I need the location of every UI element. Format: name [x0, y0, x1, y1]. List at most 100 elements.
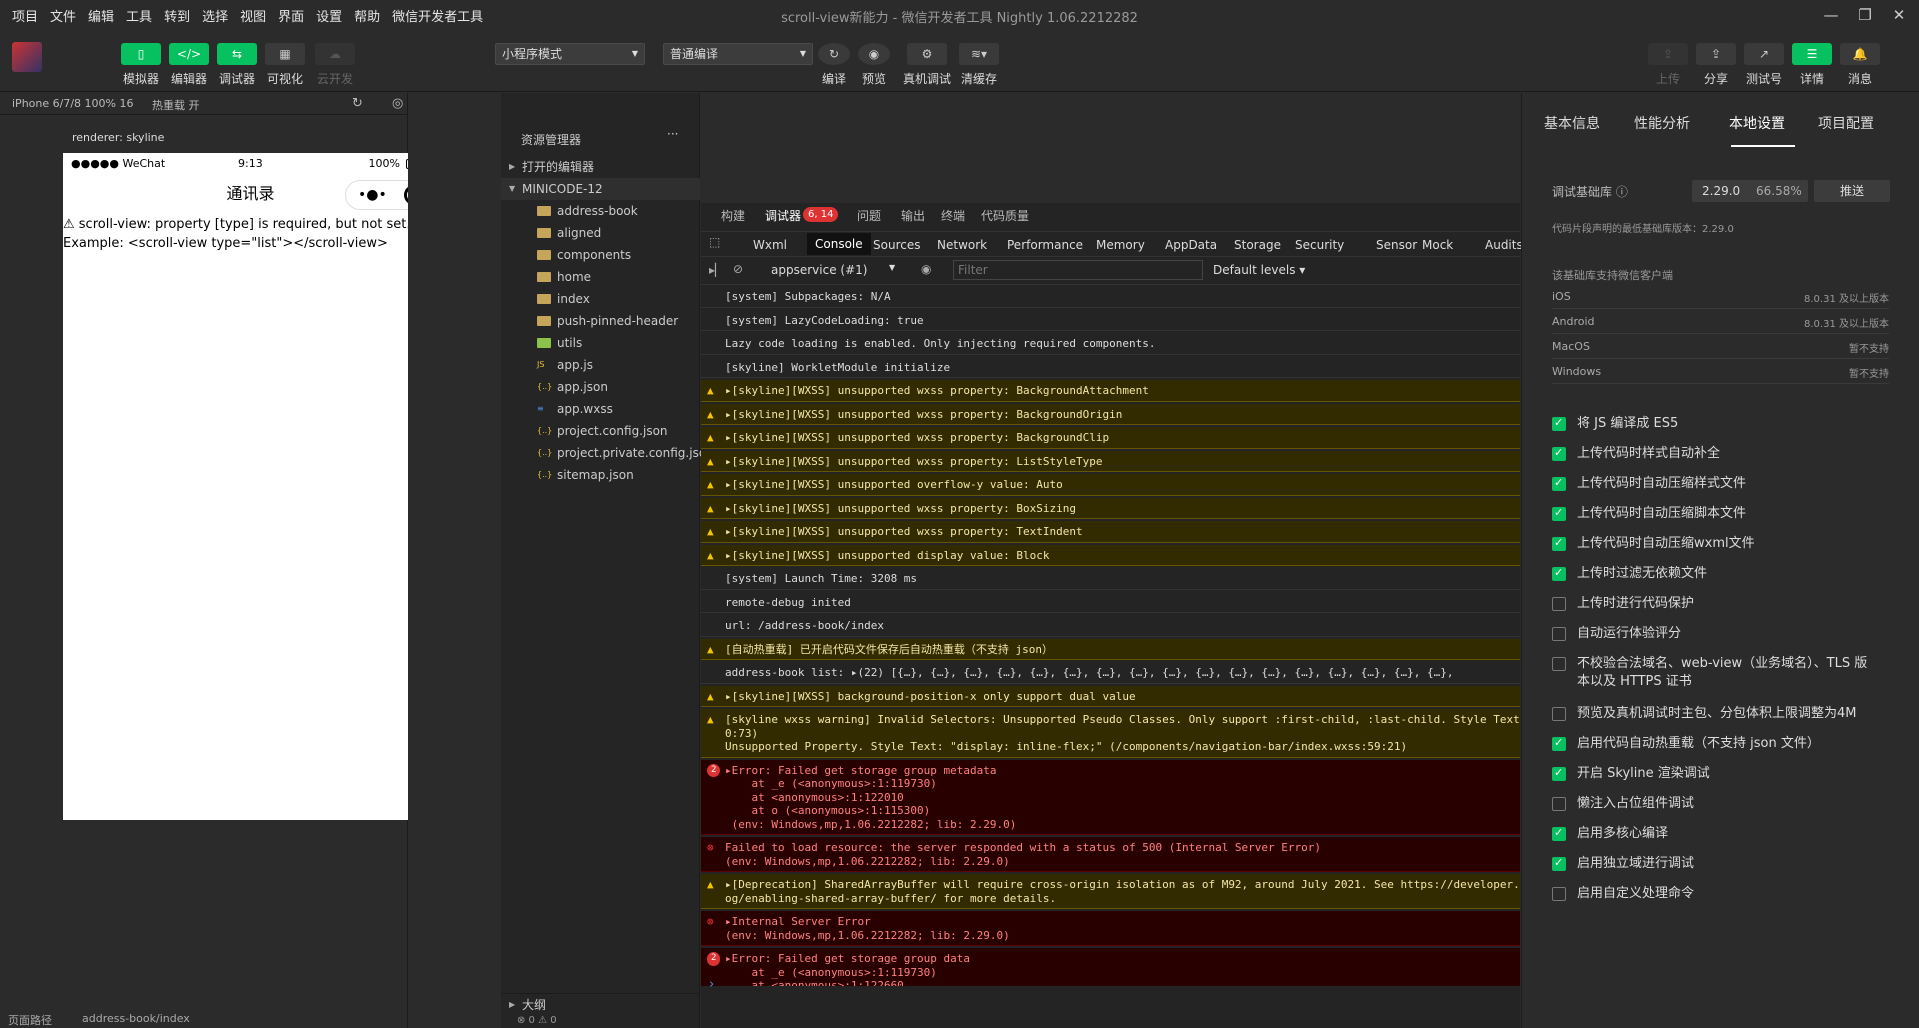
compile-select[interactable]: 普通编译 ▼	[663, 43, 813, 65]
panel-tab-audits[interactable]: Audits	[1485, 238, 1523, 252]
checkbox-checked[interactable]	[1552, 826, 1566, 841]
tab-item[interactable]: 问题	[857, 207, 881, 224]
menu-item[interactable]: 微信开发者工具	[386, 6, 489, 25]
checkbox-unchecked[interactable]	[1552, 627, 1566, 641]
page-path[interactable]: address-book/index	[82, 1012, 190, 1025]
checkbox-unchecked[interactable]	[1552, 887, 1566, 901]
tree-folder[interactable]: index	[501, 288, 700, 310]
console-prompt[interactable]: ›	[709, 977, 714, 992]
panel-tab-performance[interactable]: Performance	[1007, 238, 1083, 252]
filter-input[interactable]	[953, 260, 1203, 280]
panel-tab-mock[interactable]: Mock	[1422, 238, 1453, 252]
compile-button[interactable]: ↻	[818, 43, 850, 65]
checkbox-unchecked[interactable]	[1552, 707, 1566, 721]
tree-folder[interactable]: push-pinned-header	[501, 310, 700, 332]
tab-item[interactable]: 代码质量	[981, 207, 1029, 224]
settings-tab[interactable]: 基本信息	[1544, 113, 1600, 133]
open-editors[interactable]: ▶ 打开的编辑器	[501, 156, 700, 178]
tree-folder[interactable]: components	[501, 244, 700, 266]
checkbox-checked[interactable]	[1552, 736, 1566, 751]
maximize-button[interactable]: ❐	[1852, 4, 1878, 26]
panel-tab-sensor[interactable]: Sensor	[1376, 238, 1417, 252]
settings-tab[interactable]: 项目配置	[1818, 113, 1874, 133]
menu-item[interactable]: 界面	[272, 6, 310, 25]
checkbox-checked[interactable]	[1552, 416, 1566, 431]
push-button[interactable]: 推送	[1814, 180, 1890, 202]
checkbox-checked[interactable]	[1552, 766, 1566, 781]
menu-item[interactable]: 视图	[234, 6, 272, 25]
checkbox-checked[interactable]	[1552, 446, 1566, 461]
preview-button[interactable]: ◉	[858, 43, 890, 65]
hot-reload-toggle[interactable]: 热重载 开	[152, 97, 200, 113]
checkbox-checked[interactable]	[1552, 566, 1566, 581]
tree-folder[interactable]: address-book	[501, 200, 700, 222]
more-icon[interactable]: ···	[667, 127, 678, 141]
device-select[interactable]: iPhone 6/7/8 100% 16	[12, 97, 133, 110]
close-button[interactable]: ✕	[1886, 4, 1912, 26]
menu-item[interactable]: 转到	[158, 6, 196, 25]
panel-tab-security[interactable]: Security	[1295, 238, 1344, 252]
tree-file[interactable]: ≡ app.wxss	[501, 398, 700, 420]
eye-icon[interactable]: ◉	[921, 262, 931, 276]
tree-file[interactable]: {..} app.json	[501, 376, 700, 398]
settings-tab[interactable]: 本地设置	[1729, 113, 1785, 133]
tree-folder[interactable]: home	[501, 266, 700, 288]
tab-item[interactable]: 终端	[941, 207, 965, 224]
menu-item[interactable]: 工具	[120, 6, 158, 25]
message-button[interactable]: 🔔	[1840, 43, 1880, 65]
inspect-icon[interactable]: ⬚	[709, 235, 720, 249]
checkbox-unchecked[interactable]	[1552, 597, 1566, 611]
tab-item[interactable]: 构建	[721, 207, 745, 224]
panel-tab-storage[interactable]: Storage	[1234, 238, 1281, 252]
clear-cache-button[interactable]: ≋▾	[959, 43, 999, 65]
menu-item[interactable]: 文件	[44, 6, 82, 25]
menu-item[interactable]: 编辑	[82, 6, 120, 25]
checkbox-checked[interactable]	[1552, 536, 1566, 551]
debugger-button[interactable]: ⇆	[217, 43, 257, 65]
share-button[interactable]: ⇪	[1696, 43, 1736, 65]
checkbox-checked[interactable]	[1552, 856, 1566, 871]
detail-button[interactable]: ☰	[1792, 43, 1832, 65]
mode-select[interactable]: 小程序模式 ▼	[495, 43, 645, 65]
project-root[interactable]: ▼ MINICODE-12	[501, 178, 700, 200]
menu-item[interactable]: 设置	[310, 6, 348, 25]
settings-tab[interactable]: 性能分析	[1634, 113, 1690, 133]
menu-item[interactable]: 选择	[196, 6, 234, 25]
checkbox-checked[interactable]	[1552, 476, 1566, 491]
test-button[interactable]: ↗	[1744, 43, 1784, 65]
panel-tab-memory[interactable]: Memory	[1096, 238, 1145, 252]
checkbox-unchecked[interactable]	[1552, 797, 1566, 811]
tree-file[interactable]: {..} project.private.config.json	[501, 442, 714, 464]
tab-item[interactable]: 输出	[901, 207, 925, 224]
panel-tab-appdata[interactable]: AppData	[1165, 238, 1217, 252]
help-icon[interactable]: ⓘ	[1616, 185, 1628, 199]
checkbox-checked[interactable]	[1552, 506, 1566, 521]
checkbox-unchecked[interactable]	[1552, 657, 1566, 671]
clear-console-icon[interactable]: ⊘	[733, 262, 743, 276]
panel-tab-console[interactable]: Console	[807, 233, 871, 255]
tree-file[interactable]: {..} sitemap.json	[501, 464, 700, 486]
avatar[interactable]	[12, 42, 42, 72]
lib-version-select[interactable]: 2.29.0 66.58%	[1692, 180, 1808, 202]
real-debug-button[interactable]: ⚙	[907, 43, 947, 65]
tab-debugger[interactable]: 调试器	[765, 207, 801, 224]
panel-tab-network[interactable]: Network	[937, 238, 987, 252]
tree-folder[interactable]: aligned	[501, 222, 700, 244]
panel-tab-wxml[interactable]: Wxml	[753, 238, 787, 252]
levels-select[interactable]: Default levels ▾	[1213, 263, 1305, 277]
simulator-button[interactable]: ▯	[121, 43, 161, 65]
panel-tab-sources[interactable]: Sources	[873, 238, 920, 252]
tree-file[interactable]: JS app.js	[501, 354, 700, 376]
record-icon[interactable]: ◎	[392, 96, 403, 111]
more-icon[interactable]: •●•	[358, 174, 387, 216]
upload-button[interactable]: ⇪	[1648, 43, 1688, 65]
visual-button[interactable]: ▦	[265, 43, 305, 65]
minimize-button[interactable]: —	[1818, 4, 1844, 26]
context-select[interactable]: appservice (#1) ▼	[771, 263, 901, 277]
cloud-button[interactable]: ☁	[315, 43, 355, 65]
outline[interactable]: ▶ 大纲	[501, 993, 700, 1015]
refresh-icon[interactable]: ↻	[352, 96, 363, 111]
tree-folder[interactable]: utils	[501, 332, 700, 354]
tree-file[interactable]: {..} project.config.json	[501, 420, 700, 442]
menu-item[interactable]: 项目	[0, 6, 44, 25]
